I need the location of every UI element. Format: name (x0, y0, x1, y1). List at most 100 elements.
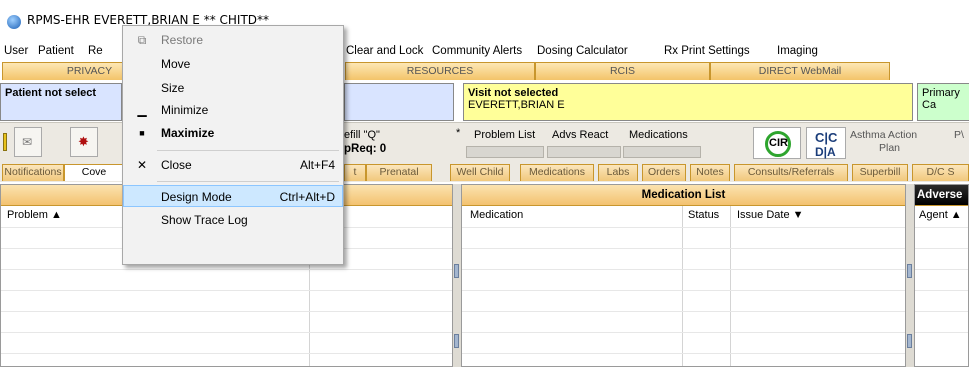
primary-care-label: Primary Ca (922, 87, 960, 111)
splitter-grip[interactable] (454, 334, 459, 348)
row-divider (1, 290, 452, 291)
tab-labs[interactable]: Labs (598, 164, 638, 181)
flag-icon (3, 133, 7, 151)
menu-community-alerts[interactable]: Community Alerts (432, 45, 522, 57)
cic-dia-button[interactable]: C|C D|A (806, 127, 846, 159)
row-divider (462, 311, 905, 312)
menu-minimize-label: Minimize (161, 103, 209, 117)
cir-label: CIR (769, 137, 788, 149)
visit-selector[interactable]: Visit not selected EVERETT,BRIAN E (463, 83, 913, 121)
menu-separator (157, 150, 339, 151)
dia-label: D|A (815, 145, 836, 159)
splitter-grip[interactable] (454, 264, 459, 278)
row-divider (1, 332, 452, 333)
asthma-action-label[interactable]: Asthma Action (850, 129, 917, 141)
menu-dosing-calculator[interactable]: Dosing Calculator (537, 45, 628, 57)
tab-consults-referrals[interactable]: Consults/Referrals (734, 164, 848, 181)
tab-notes[interactable]: Notes (690, 164, 730, 181)
tab-rcis[interactable]: RCIS (535, 62, 710, 80)
tab-superbill[interactable]: Superbill (852, 164, 908, 181)
tab-orders[interactable]: Orders (642, 164, 686, 181)
menu-move-label: Move (161, 57, 191, 71)
problem-list-cell (466, 146, 544, 158)
tab-coversheet[interactable]: Cove (64, 164, 124, 181)
pend-req-label: pReq: 0 (344, 143, 387, 155)
row-divider (915, 269, 968, 270)
app-icon[interactable] (7, 15, 21, 29)
restore-icon: ⧉ (137, 33, 147, 47)
splitter-right[interactable] (906, 184, 914, 367)
row-divider (462, 248, 905, 249)
splitter-grip[interactable] (907, 334, 912, 348)
menu-user[interactable]: User (4, 45, 28, 57)
row-divider (462, 269, 905, 270)
column-divider (682, 206, 683, 366)
tab-resources[interactable]: RESOURCES (345, 62, 535, 80)
visit-name: EVERETT,BRIAN E (468, 99, 565, 111)
tab-well-child[interactable]: Well Child (450, 164, 510, 181)
splitter-grip[interactable] (907, 264, 912, 278)
tab-notifications[interactable]: Notifications (2, 164, 64, 181)
tab-partial[interactable]: t (344, 164, 366, 181)
problem-column-header[interactable]: Problem ▲ (7, 209, 62, 221)
star-marker: * (456, 127, 461, 139)
menu-move[interactable]: Move (123, 53, 343, 75)
menu-clear-and-lock[interactable]: Clear and Lock (346, 45, 423, 57)
menu-size[interactable]: Size (123, 77, 343, 99)
row-divider (915, 227, 968, 228)
tab-prenatal[interactable]: Prenatal (366, 164, 432, 181)
mail-button[interactable]: ✉ (14, 127, 42, 157)
menu-restore-label: Restore (161, 33, 204, 47)
menu-restore[interactable]: ⧉ Restore (123, 29, 343, 51)
cic-label: C|C (815, 130, 838, 145)
row-divider (915, 311, 968, 312)
row-divider (462, 332, 905, 333)
medication-list-title: Medication List (462, 185, 905, 206)
menu-patient[interactable]: Patient (38, 45, 74, 57)
menu-minimize[interactable]: ▁ Minimize (123, 99, 343, 121)
menu-rx-print-settings[interactable]: Rx Print Settings (664, 45, 750, 57)
row-divider (1, 353, 452, 354)
row-divider (462, 290, 905, 291)
tab-medications[interactable]: Medications (520, 164, 594, 181)
row-divider (462, 353, 905, 354)
minimize-icon: ▁ (137, 103, 147, 117)
menu-close-label: Close (161, 158, 192, 172)
issue-date-column-header[interactable]: Issue Date ▼ (737, 209, 804, 221)
column-divider (730, 206, 731, 366)
row-divider (915, 332, 968, 333)
asthma-plan-label[interactable]: Plan (879, 142, 900, 154)
alert-icon: ✸ (78, 134, 89, 149)
menu-imaging[interactable]: Imaging (777, 45, 818, 57)
cir-button[interactable]: CIR (753, 127, 801, 159)
menu-design-mode-shortcut: Ctrl+Alt+D (279, 190, 335, 204)
medication-list-panel: Medication List Medication Status Issue … (461, 184, 906, 367)
link-problem-list[interactable]: Problem List (474, 129, 535, 141)
splitter-left[interactable] (453, 184, 461, 367)
menu-re[interactable]: Re (88, 45, 103, 57)
advs-react-cell (547, 146, 621, 158)
pv-label[interactable]: P\ (954, 129, 964, 141)
agent-column-header[interactable]: Agent ▲ (919, 209, 962, 221)
patient-selector[interactable]: Patient not select (0, 83, 122, 121)
menu-show-trace-log[interactable]: Show Trace Log (123, 209, 343, 231)
link-medications[interactable]: Medications (629, 129, 688, 141)
window-context-menu: ⧉ Restore Move Size ▁ Minimize ■ Maximiz… (122, 25, 344, 265)
medication-column-header[interactable]: Medication (470, 209, 523, 221)
row-divider (462, 227, 905, 228)
adverse-reactions-panel: Adverse Agent ▲ (914, 184, 969, 367)
status-column-header[interactable]: Status (688, 209, 719, 221)
menu-design-mode[interactable]: Design Mode Ctrl+Alt+D (123, 185, 343, 207)
menu-design-mode-label: Design Mode (161, 190, 232, 204)
link-advs-react[interactable]: Advs React (552, 129, 608, 141)
menu-maximize-label: Maximize (161, 126, 215, 140)
menu-close[interactable]: ✕ Close Alt+F4 (123, 154, 343, 176)
alert-button[interactable]: ✸ (70, 127, 98, 157)
tab-dc-summary[interactable]: D/C S (912, 164, 969, 181)
menu-maximize[interactable]: ■ Maximize (123, 122, 343, 144)
row-divider (915, 290, 968, 291)
tab-direct-webmail[interactable]: DIRECT WebMail (710, 62, 890, 80)
primary-care-box[interactable]: Primary Ca (917, 83, 969, 121)
close-icon: ✕ (136, 158, 148, 172)
mail-icon: ✉ (22, 135, 33, 149)
